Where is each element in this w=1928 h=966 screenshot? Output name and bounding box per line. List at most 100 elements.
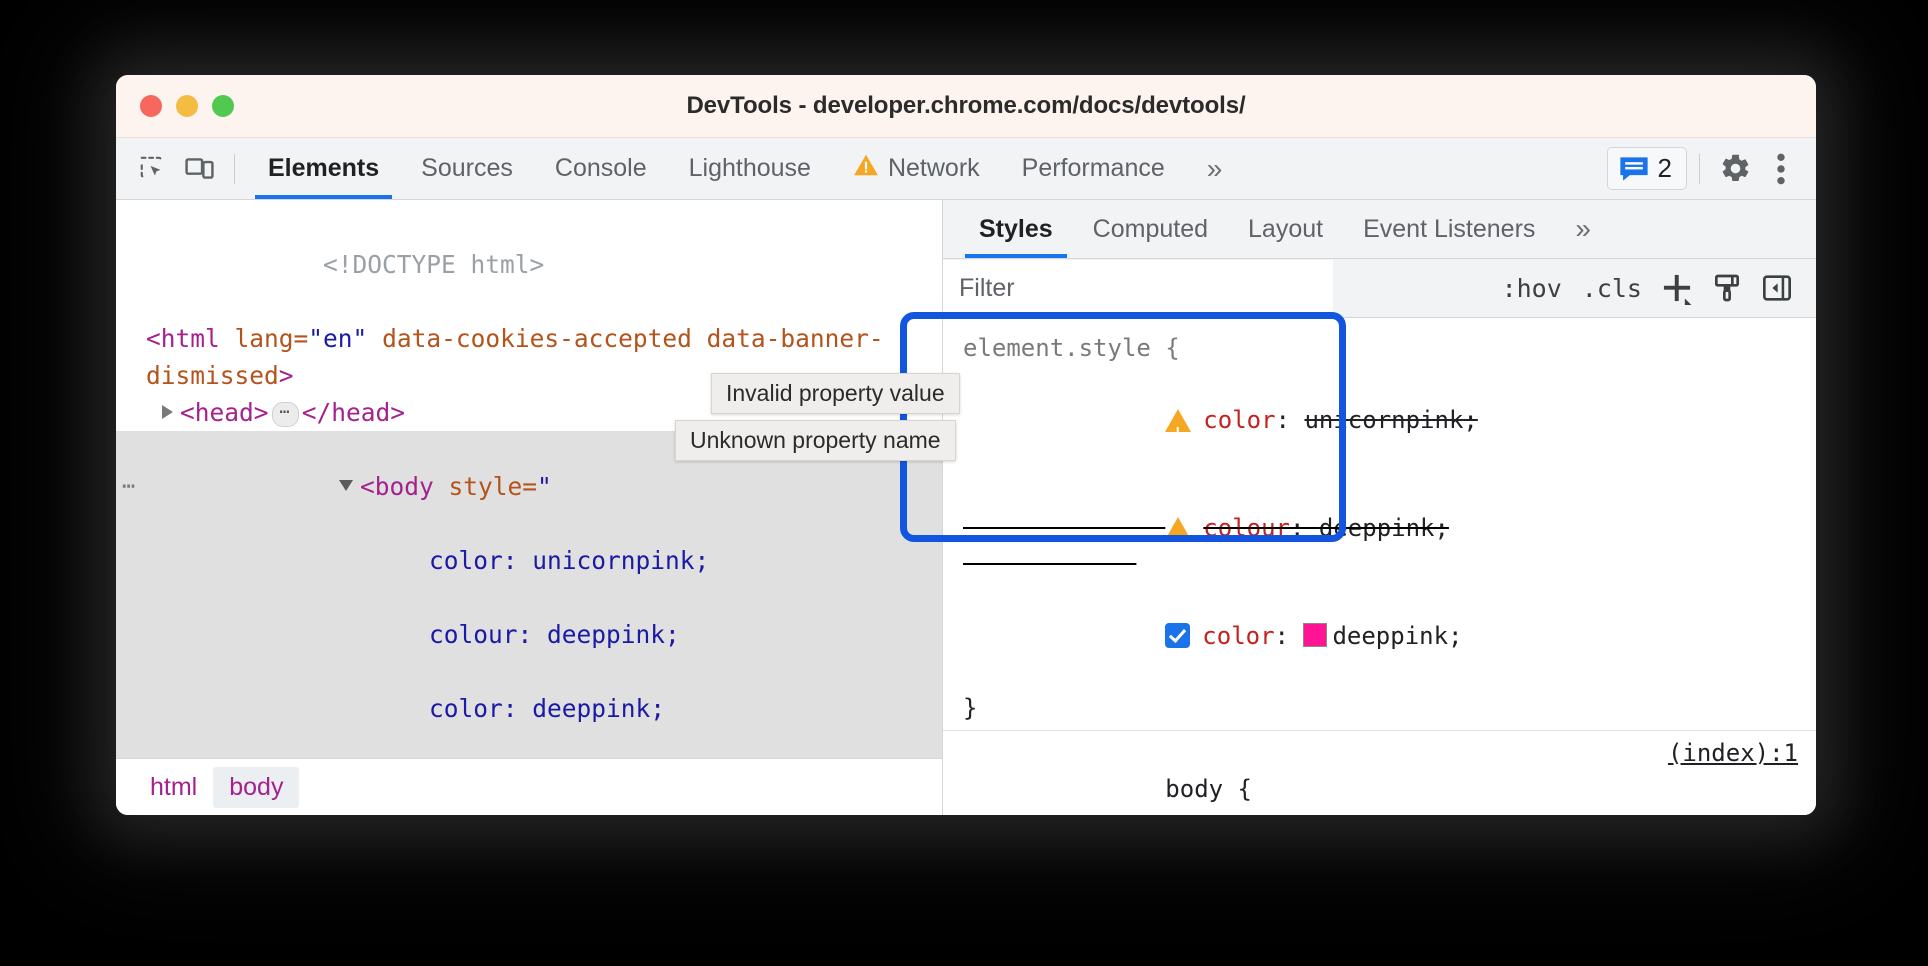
rule-element-style-selector[interactable]: element.style {: [957, 330, 1816, 366]
declaration-colour-deeppink[interactable]: colour: deeppink;: [957, 474, 1816, 582]
collapse-body-icon[interactable]: [339, 480, 353, 491]
doctype-text: <!DOCTYPE html>: [323, 250, 544, 279]
elements-panel: <!DOCTYPE html> <html lang="en" data-coo…: [116, 200, 943, 815]
body-style-decl-2: colour: deeppink;: [429, 620, 680, 649]
breadcrumb-item-html[interactable]: html: [134, 767, 213, 808]
gear-icon-svg: [1719, 152, 1752, 185]
tab-styles[interactable]: Styles: [959, 200, 1073, 258]
tab-network[interactable]: Network: [832, 138, 1001, 199]
devtools-toolbar: Elements Sources Console Lighthouse: [116, 138, 1816, 200]
pseudo-state-button[interactable]: :hov: [1492, 274, 1572, 303]
dom-line-doctype[interactable]: <!DOCTYPE html>: [116, 209, 942, 320]
declaration-name[interactable]: color: [1203, 406, 1275, 434]
declaration-name-2[interactable]: colour: [1203, 514, 1290, 542]
declaration-color-deeppink[interactable]: color: deeppink;: [957, 582, 1816, 690]
styles-filter-input[interactable]: [943, 260, 1333, 316]
declaration-name-3[interactable]: color: [1202, 622, 1274, 650]
devtools-window: DevTools - developer.chrome.com/docs/dev…: [116, 75, 1816, 815]
node-menu-icon[interactable]: ⋯: [122, 468, 134, 505]
tab-lighthouse-label: Lighthouse: [689, 154, 811, 183]
panel-tabs: Elements Sources Console Lighthouse: [247, 138, 1239, 199]
tab-lighthouse[interactable]: Lighthouse: [668, 138, 832, 199]
tab-styles-label: Styles: [979, 215, 1053, 244]
tab-console[interactable]: Console: [534, 138, 668, 199]
rule-element-style-selector-text: element.style {: [963, 334, 1180, 362]
tab-performance[interactable]: Performance: [1001, 138, 1186, 199]
html-attr-lang-value: "en": [308, 324, 367, 353]
collapsed-children-icon[interactable]: ⋯: [272, 402, 299, 427]
head-tag-close: </head>: [302, 398, 405, 427]
tab-event-listeners-label: Event Listeners: [1363, 215, 1535, 244]
paintbrush-icon[interactable]: [1702, 265, 1752, 311]
rule-source-link[interactable]: (index):1: [1668, 735, 1798, 771]
styles-tabs-overflow-button[interactable]: »: [1555, 200, 1607, 258]
issues-counter-button[interactable]: 2: [1607, 147, 1687, 190]
tab-computed[interactable]: Computed: [1073, 200, 1228, 258]
warning-triangle-icon-2[interactable]: [1165, 517, 1191, 540]
devtools-main: <!DOCTYPE html> <html lang="en" data-coo…: [116, 200, 1816, 815]
body-tag-open: <body: [360, 472, 449, 501]
window-titlebar: DevTools - developer.chrome.com/docs/dev…: [116, 75, 1816, 138]
color-swatch[interactable]: [1303, 623, 1327, 647]
device-toolbar-icon-svg: [184, 153, 215, 184]
gear-icon[interactable]: [1712, 147, 1758, 191]
styles-filter-toolbar: :hov .cls: [943, 259, 1816, 318]
html-tag-open: <html: [146, 324, 235, 353]
paintbrush-icon-svg: [1711, 272, 1743, 304]
tooltip-unknown-property-name: Unknown property name: [675, 420, 956, 461]
styles-tabs-overflow-label: »: [1575, 213, 1587, 245]
styles-panel-tabs: Styles Computed Layout Event Listeners »: [943, 200, 1816, 259]
dom-tree[interactable]: <!DOCTYPE html> <html lang="en" data-coo…: [116, 200, 942, 758]
declaration-color-unicornpink[interactable]: color: unicornpink;: [957, 366, 1816, 474]
device-toolbar-icon[interactable]: [176, 147, 222, 191]
styles-rules-list[interactable]: element.style { color: unicornpink; colo…: [943, 318, 1816, 815]
html-attr-cookies: data-cookies-accepted: [382, 324, 692, 353]
window-title: DevTools - developer.chrome.com/docs/dev…: [116, 92, 1816, 120]
issues-message-icon: [1619, 156, 1649, 182]
rule-element-style[interactable]: element.style { color: unicornpink; colo…: [957, 330, 1816, 726]
body-style-decl-1: color: unicornpink;: [429, 546, 709, 575]
element-classes-button[interactable]: .cls: [1572, 274, 1652, 303]
kebab-menu-icon-svg: [1776, 153, 1786, 185]
dom-line-body-selected[interactable]: ⋯ <body style=" color: unicornpink; colou…: [116, 431, 942, 758]
tab-network-label: Network: [888, 154, 980, 183]
declaration-value-2[interactable]: deeppink: [1319, 514, 1435, 542]
tooltip-invalid-property-value: Invalid property value: [711, 373, 960, 414]
tab-layout-label: Layout: [1248, 215, 1323, 244]
inspect-element-icon[interactable]: [130, 147, 176, 191]
breadcrumb: html body: [116, 758, 942, 815]
screenshot-root: DevTools - developer.chrome.com/docs/dev…: [0, 0, 1928, 966]
warning-triangle-icon[interactable]: [1165, 409, 1191, 432]
body-style-decl-3: color: deeppink;: [429, 694, 665, 723]
tabs-overflow-button[interactable]: »: [1186, 138, 1240, 199]
tab-computed-label: Computed: [1093, 215, 1208, 244]
declaration-value[interactable]: unicornpink: [1304, 406, 1463, 434]
declaration-value-3[interactable]: deeppink: [1332, 622, 1448, 650]
tab-event-listeners[interactable]: Event Listeners: [1343, 200, 1555, 258]
tab-layout[interactable]: Layout: [1228, 200, 1343, 258]
toggle-sidebar-icon-svg: [1761, 272, 1793, 304]
expand-head-icon[interactable]: [162, 405, 173, 419]
body-style-open-quote: ": [537, 472, 552, 501]
tab-sources-label: Sources: [421, 154, 513, 183]
plus-icon[interactable]: [1652, 265, 1702, 311]
breadcrumb-item-body[interactable]: body: [213, 767, 299, 808]
toolbar-divider-right: [1699, 154, 1700, 184]
head-tag-open: <head>: [180, 398, 269, 427]
tabs-overflow-label: »: [1207, 153, 1219, 185]
rule-body[interactable]: body { (index):1 min-height: 100vh; back…: [957, 735, 1816, 815]
tab-console-label: Console: [555, 154, 647, 183]
declaration-enabled-checkbox[interactable]: [1165, 623, 1190, 648]
body-attr-style: style=: [449, 472, 538, 501]
toggle-sidebar-icon[interactable]: [1752, 265, 1802, 311]
styles-panel: Styles Computed Layout Event Listeners »…: [943, 200, 1816, 815]
warning-triangle-icon-svg: [853, 153, 879, 177]
tab-sources[interactable]: Sources: [400, 138, 534, 199]
kebab-menu-icon[interactable]: [1758, 147, 1804, 191]
inspect-element-icon-svg: [138, 154, 168, 184]
rule-divider: [943, 730, 1816, 731]
rule-body-selector[interactable]: body { (index):1: [957, 735, 1816, 815]
tab-elements[interactable]: Elements: [247, 138, 400, 199]
rule-body-selector-text: body {: [1165, 775, 1252, 803]
tab-elements-label: Elements: [268, 154, 379, 183]
